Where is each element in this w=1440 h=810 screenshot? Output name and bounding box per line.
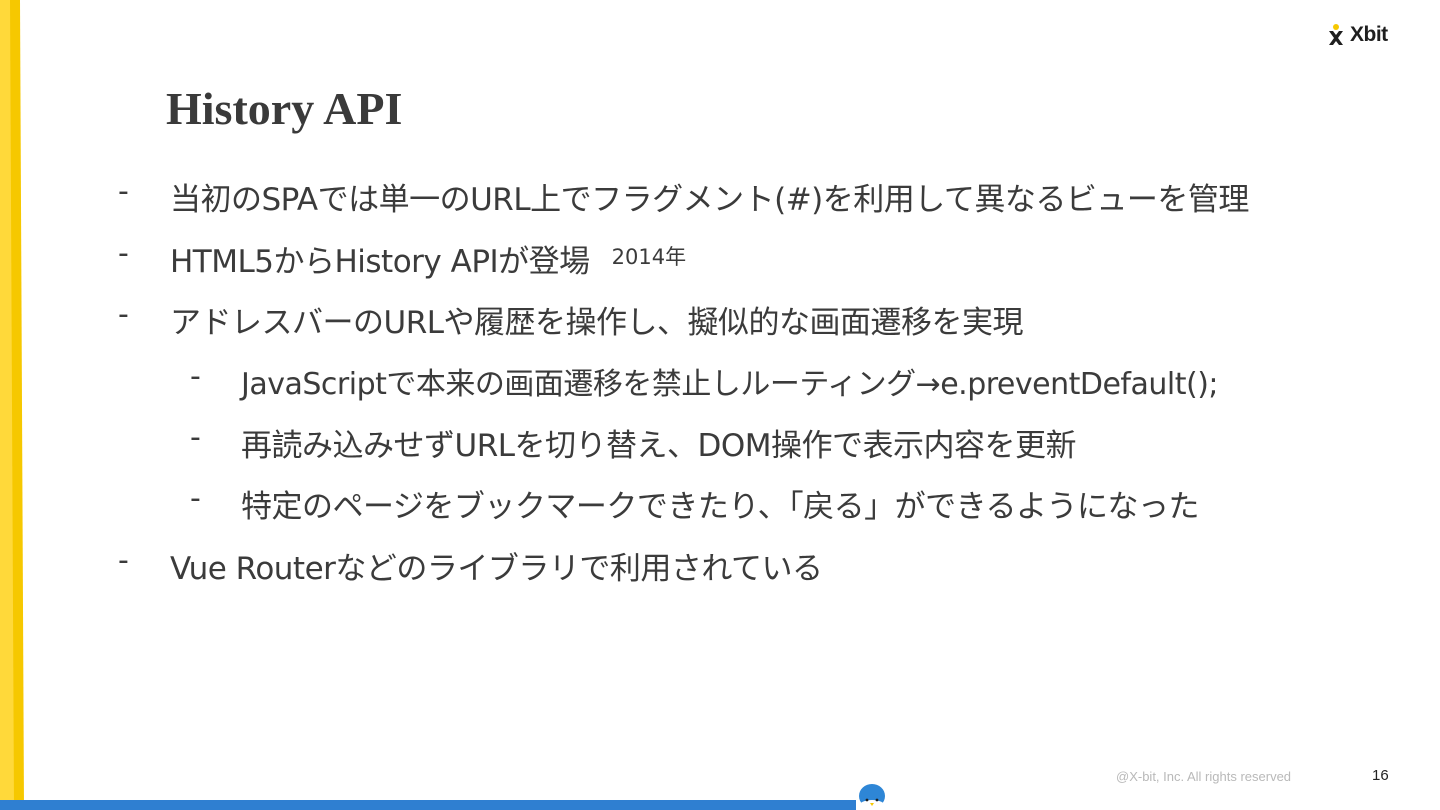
bullet-dash: - bbox=[118, 174, 129, 209]
bullet-text: HTML5からHistory APIが登場 bbox=[170, 244, 590, 280]
mascot-icon bbox=[859, 784, 885, 810]
bullet-text: Vue Routerなどのライブラリで利用されている bbox=[170, 551, 823, 587]
bullet-dash: - bbox=[118, 297, 129, 332]
footer-copyright: @X-bit, Inc. All rights reserved bbox=[1116, 769, 1292, 784]
page-number: 16 bbox=[1372, 767, 1389, 784]
xbit-logo-text: Xbit bbox=[1350, 23, 1388, 46]
bullet-text: JavaScriptで本来の画面遷移を禁止しルーティング→e.preventDe… bbox=[241, 367, 1219, 402]
bullet-dash: - bbox=[118, 236, 129, 271]
xbit-logo-icon bbox=[1329, 24, 1343, 45]
bullet-dash: - bbox=[118, 543, 129, 578]
bottom-accent-bar bbox=[0, 800, 856, 810]
sub-bullet-item: - JavaScriptで本来の画面遷移を禁止しルーティング→e.prevent… bbox=[190, 359, 1219, 403]
bullet-text: 特定のページをブックマークできたり、「戻る」ができるようになった bbox=[241, 489, 1200, 525]
left-accent-stripe bbox=[0, 0, 24, 810]
slide-title: History API bbox=[166, 83, 403, 134]
xbit-logo: Xbit bbox=[1326, 22, 1388, 48]
bullet-text: 当初のSPAでは単一のURL上でフラグメント(#)を利用して異なるビューを管理 bbox=[170, 182, 1249, 218]
bullet-item: - 当初のSPAでは単一のURL上でフラグメント(#)を利用して異なるビューを管… bbox=[118, 174, 1249, 219]
bullet-item: - HTML5からHistory APIが登場 2014年 bbox=[118, 236, 687, 281]
bullet-item: - Vue Routerなどのライブラリで利用されている bbox=[118, 543, 823, 588]
bullet-text: アドレスバーのURLや履歴を操作し、擬似的な画面遷移を実現 bbox=[170, 305, 1024, 341]
bullet-dash: - bbox=[190, 481, 201, 516]
bullet-dash: - bbox=[190, 420, 201, 455]
sub-bullet-item: - 再読み込みせずURLを切り替え、DOM操作で表示内容を更新 bbox=[190, 420, 1077, 465]
bullet-note: 2014年 bbox=[611, 245, 687, 269]
sub-bullet-item: - 特定のページをブックマークできたり、「戻る」ができるようになった bbox=[190, 481, 1200, 526]
bullet-dash: - bbox=[190, 359, 201, 394]
bullet-item: - アドレスバーのURLや履歴を操作し、擬似的な画面遷移を実現 bbox=[118, 297, 1024, 342]
bullet-text: 再読み込みせずURLを切り替え、DOM操作で表示内容を更新 bbox=[241, 428, 1077, 464]
